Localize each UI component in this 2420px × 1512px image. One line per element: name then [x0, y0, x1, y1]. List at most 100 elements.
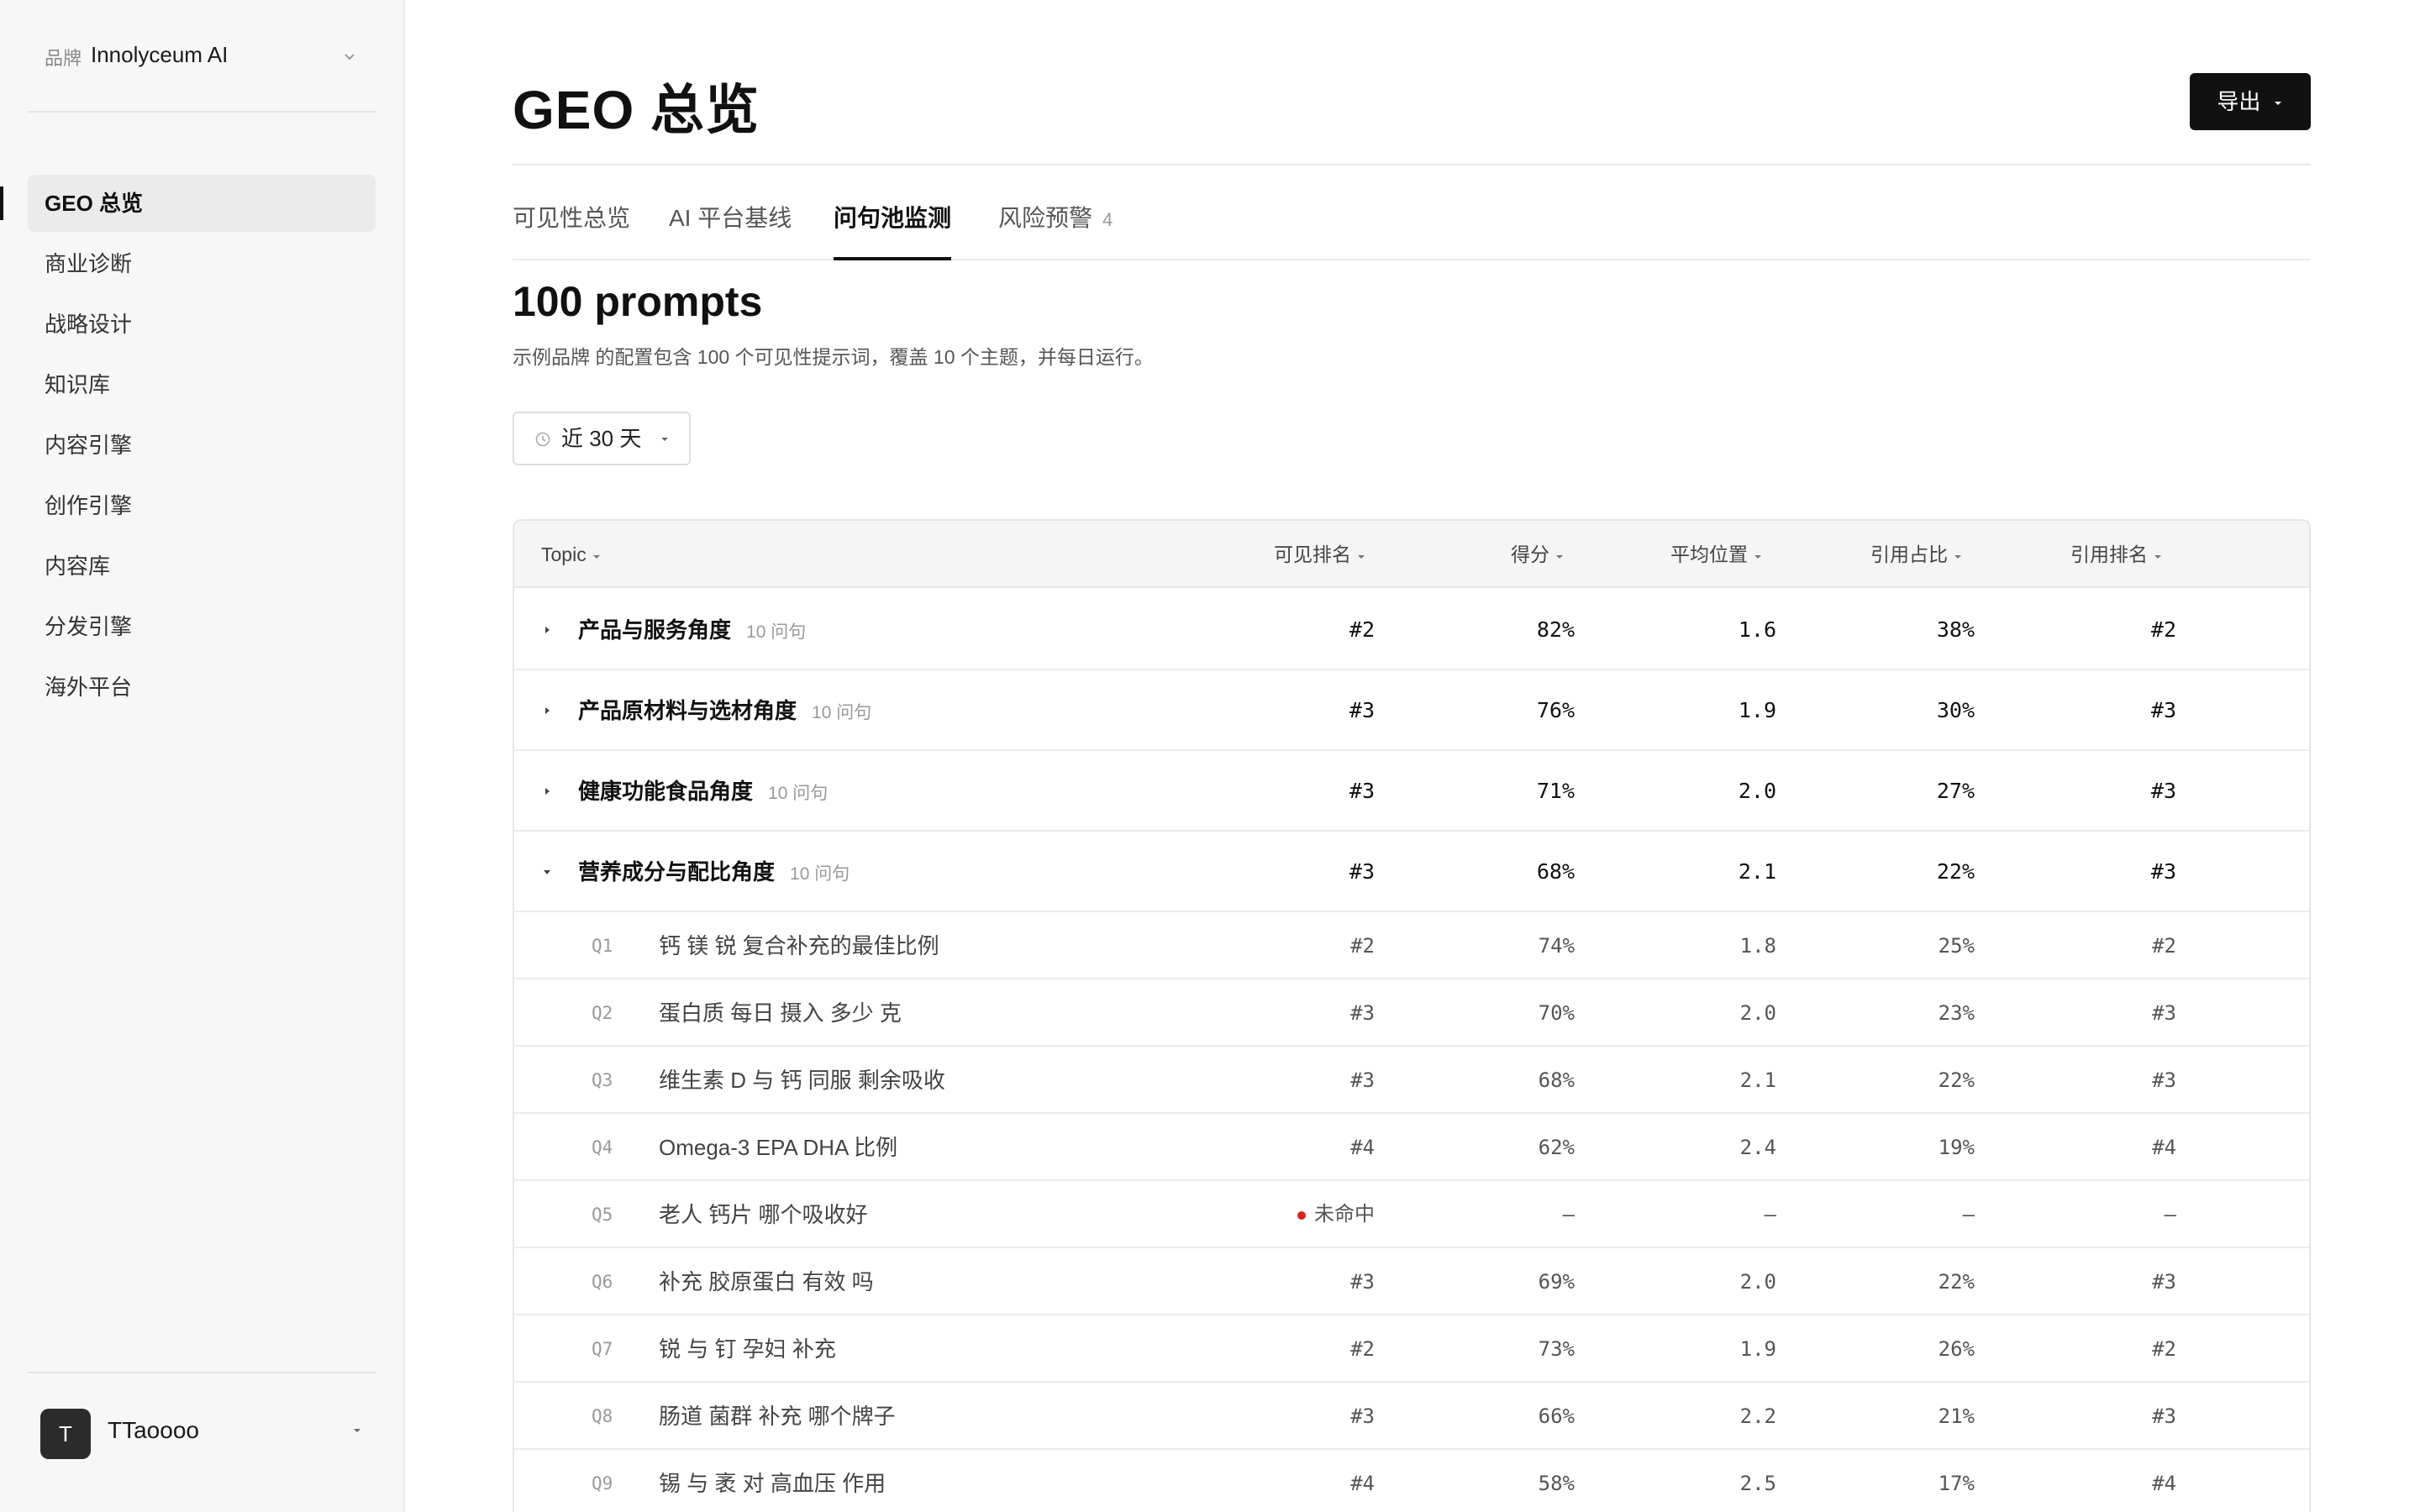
collapse-caret-icon[interactable] [541, 866, 553, 882]
question-row[interactable]: Q4 Omega-3 EPA DHA 比例 #4 62% 2.4 19% #4 [514, 1114, 2309, 1181]
brand-label: 品牌 [45, 48, 82, 69]
column-label: 平均位置 [1670, 543, 1748, 565]
export-button[interactable]: 导出 [2190, 73, 2311, 130]
user-menu[interactable]: T TTaoooo [28, 1372, 376, 1512]
date-range-selector[interactable]: 近 30 天 [513, 412, 691, 465]
tab-label: 可见性总览 [513, 205, 631, 231]
cell-cite-share: 25% [1938, 934, 1975, 958]
topic-name: 产品与服务角度 10 问句 [578, 590, 806, 670]
cell-rank: #2 [1349, 617, 1375, 642]
cell-cite-share: 26% [1938, 1337, 1975, 1361]
cell-rank: #3 [1350, 1270, 1375, 1294]
tab-risk-alerts[interactable]: 风险预警 4 [998, 202, 1113, 260]
topic-row[interactable]: 营养成分与配比角度 10 问句 #3 68% 2.1 22% #3 [514, 832, 2309, 912]
cell-score: — [1562, 1203, 1575, 1226]
question-number: Q3 [592, 1070, 613, 1090]
question-row[interactable]: Q2 蛋白质 每日 摄入 多少 克 #3 70% 2.0 23% #3 [514, 979, 2309, 1047]
topic-row[interactable]: 产品与服务角度 10 问句 #2 82% 1.6 38% #2 [514, 590, 2309, 670]
export-label: 导出 [2217, 89, 2261, 114]
question-count: 10 问句 [768, 784, 829, 803]
column-label: 可见排名 [1274, 543, 1351, 565]
expand-caret-icon[interactable] [541, 705, 553, 721]
question-count: 10 问句 [812, 703, 872, 722]
question-count: 10 问句 [790, 864, 850, 884]
cell-cite-rank: #3 [2152, 1270, 2176, 1294]
expand-caret-icon[interactable] [541, 624, 553, 640]
sort-topic[interactable]: Topic [541, 521, 602, 588]
topic-name: 健康功能食品角度 10 问句 [578, 751, 828, 832]
cell-cite-share: 22% [1938, 1270, 1975, 1294]
cell-cite-share: 27% [1936, 779, 1975, 803]
avatar: T [40, 1409, 91, 1459]
sort-score[interactable]: 得分 [1511, 521, 1565, 588]
sidebar-item-distribution-engine[interactable]: 分发引擎 [28, 598, 376, 655]
sort-avg-position[interactable]: 平均位置 [1670, 521, 1763, 588]
topic-label: 营养成分与配比角度 [578, 859, 776, 885]
cell-avg-pos: 2.5 [1739, 1472, 1776, 1495]
sidebar-item-overseas-platforms[interactable]: 海外平台 [28, 659, 376, 716]
section-description: 示例品牌 的配置包含 100 个可见性提示词，覆盖 10 个主题，并每日运行。 [513, 346, 1154, 368]
tab-visibility-overview[interactable]: 可见性总览 [513, 202, 630, 260]
sidebar: 品牌 Innolyceum AI GEO 总览 商业诊断 战略设计 知识库 内容… [0, 0, 405, 1512]
chevron-down-icon [345, 54, 355, 60]
main-content: GEO 总览 导出 可见性总览 AI 平台基线 问句池监测 风险预警 4 100 … [513, 0, 2311, 1512]
sort-citation-share[interactable]: 引用占比 [1870, 521, 1963, 588]
caret-down-icon [661, 438, 668, 441]
tab-ai-platform-baseline[interactable]: AI 平台基线 [669, 202, 792, 260]
sidebar-item-strategy-design[interactable]: 战略设计 [28, 296, 376, 353]
sidebar-item-geo-overview[interactable]: GEO 总览 [0, 175, 376, 232]
cell-score: 69% [1538, 1270, 1575, 1294]
user-name: TTaoooo [108, 1417, 199, 1443]
sort-citation-rank[interactable]: 引用排名 [2070, 521, 2163, 588]
question-row[interactable]: Q9 锡 与 袤 对 高血压 作用 #4 58% 2.5 17% #4 [514, 1450, 2309, 1512]
cell-avg-pos: 2.2 [1739, 1404, 1776, 1428]
cell-rank: 未命中 [1297, 1181, 1375, 1248]
cell-cite-rank: #4 [2152, 1136, 2176, 1159]
cell-avg-pos: 2.0 [1739, 1270, 1776, 1294]
cell-cite-rank: #2 [2152, 1337, 2176, 1361]
brand-switcher[interactable]: 品牌 Innolyceum AI [28, 29, 376, 113]
sidebar-item-content-engine[interactable]: 内容引擎 [28, 417, 376, 474]
expand-caret-icon[interactable] [541, 785, 553, 801]
cell-avg-pos: — [1764, 1203, 1776, 1226]
tab-prompt-pool-monitoring[interactable]: 问句池监测 [834, 202, 952, 260]
question-number: Q4 [592, 1137, 613, 1158]
cell-score: 70% [1538, 1001, 1575, 1025]
sidebar-item-label: 战略设计 [45, 312, 133, 337]
cell-cite-share: 38% [1936, 617, 1975, 642]
topic-row[interactable]: 健康功能食品角度 10 问句 #3 71% 2.0 27% #3 [514, 751, 2309, 832]
cell-cite-share: — [1962, 1203, 1975, 1226]
question-row[interactable]: Q8 肠道 菌群 补充 哪个牌子 #3 66% 2.2 21% #3 [514, 1383, 2309, 1450]
cell-rank: #2 [1350, 1337, 1375, 1361]
cell-cite-rank: #3 [2152, 1404, 2176, 1428]
tab-bar: 可见性总览 AI 平台基线 问句池监测 风险预警 4 [513, 202, 2311, 260]
cell-cite-share: 17% [1938, 1472, 1975, 1495]
cell-cite-rank: #3 [2150, 779, 2176, 803]
sidebar-item-label: 知识库 [45, 372, 111, 397]
topic-row[interactable]: 产品原材料与选材角度 10 问句 #3 76% 1.9 30% #3 [514, 670, 2309, 751]
divider [513, 164, 2311, 165]
question-text: 锡 与 袤 对 高血压 作用 [659, 1471, 886, 1496]
question-row[interactable]: Q7 锐 与 钉 孕妇 补充 #2 73% 1.9 26% #2 [514, 1315, 2309, 1383]
cell-cite-rank: #3 [2150, 859, 2176, 884]
caret-down-icon [354, 1429, 360, 1432]
question-row[interactable]: Q1 钙 镁 锐 复合补充的最佳比例 #2 74% 1.8 25% #2 [514, 912, 2309, 979]
column-label: 引用排名 [2070, 543, 2148, 565]
sidebar-item-business-diagnosis[interactable]: 商业诊断 [28, 235, 376, 292]
sort-visible-rank[interactable]: 可见排名 [1274, 521, 1366, 588]
question-number: Q7 [592, 1339, 613, 1359]
question-row[interactable]: Q5 老人 钙片 哪个吸收好 未命中 — — — — [514, 1181, 2309, 1248]
sidebar-item-label: 商业诊断 [45, 251, 133, 276]
sidebar-item-content-library[interactable]: 内容库 [28, 538, 376, 595]
topic-name: 产品原材料与选材角度 10 问句 [578, 670, 871, 751]
sidebar-item-creation-engine[interactable]: 创作引擎 [28, 477, 376, 534]
question-row[interactable]: Q6 补充 胶原蛋白 有效 吗 #3 69% 2.0 22% #3 [514, 1248, 2309, 1315]
cell-score: 73% [1538, 1337, 1575, 1361]
question-row[interactable]: Q3 维生素 D 与 钙 同服 剩余吸收 #3 68% 2.1 22% #3 [514, 1047, 2309, 1114]
sidebar-item-knowledge-base[interactable]: 知识库 [28, 356, 376, 413]
question-text: 锐 与 钉 孕妇 补充 [659, 1336, 836, 1362]
cell-cite-share: 19% [1938, 1136, 1975, 1159]
cell-avg-pos: 1.8 [1739, 934, 1776, 958]
column-label: 引用占比 [1870, 543, 1948, 565]
question-number: Q2 [592, 1003, 613, 1023]
